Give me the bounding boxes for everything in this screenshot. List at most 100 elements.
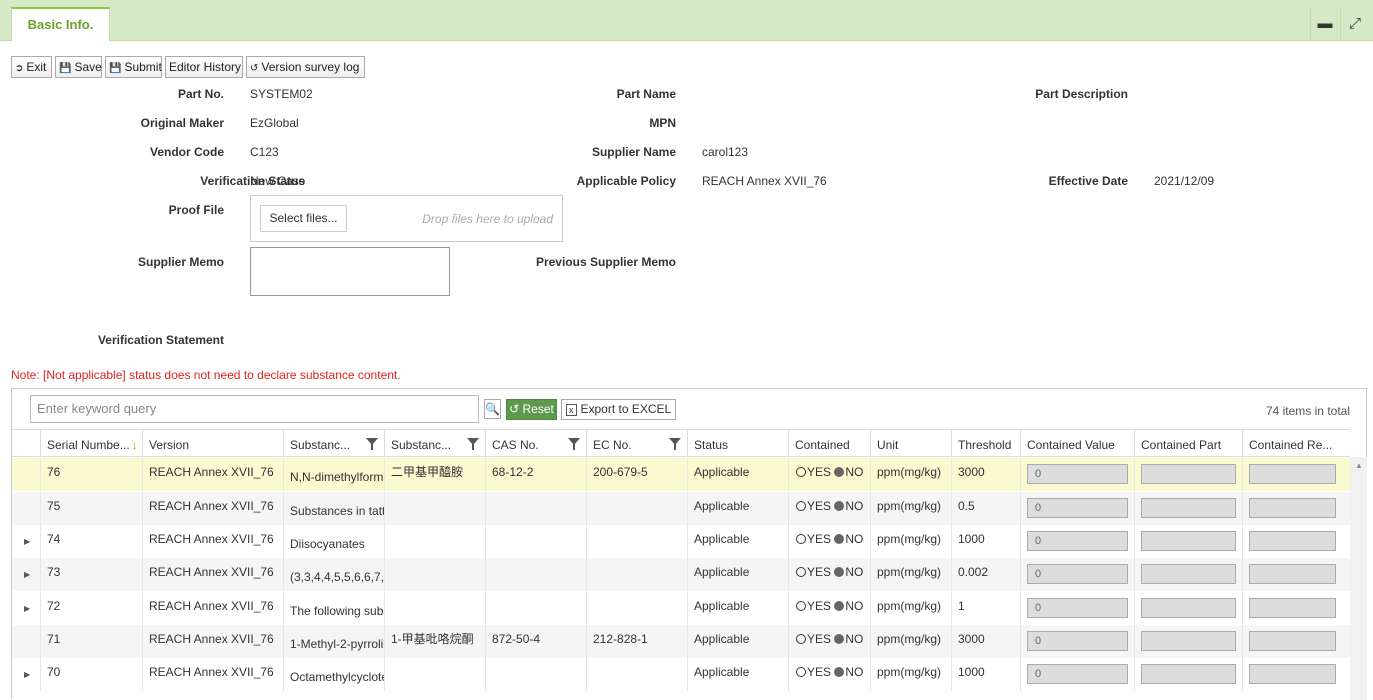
filter-icon[interactable]: [467, 438, 479, 450]
contained-value-cell: 0: [1020, 658, 1134, 691]
filter-icon[interactable]: [669, 438, 681, 450]
contained-radio-group[interactable]: YES NO: [788, 525, 870, 558]
no-radio[interactable]: [834, 534, 845, 544]
version-survey-log-button[interactable]: ↺ Version survey log: [246, 56, 365, 78]
minimize-icon[interactable]: ▬: [1310, 7, 1339, 41]
contained-part-input[interactable]: [1141, 631, 1236, 651]
contained-value-input[interactable]: 0: [1027, 564, 1128, 584]
contained-part-input[interactable]: [1141, 531, 1236, 551]
expand-row-icon[interactable]: ▶: [24, 670, 30, 679]
contained-re-input[interactable]: [1249, 498, 1336, 518]
contained-value-input[interactable]: 0: [1027, 464, 1128, 484]
table-row[interactable]: 76 REACH Annex XVII_76 N,N-dimethylforma…: [12, 458, 1350, 491]
sort-down-icon[interactable]: ↓: [132, 438, 138, 452]
yes-radio[interactable]: [796, 601, 806, 611]
contained-radio-group[interactable]: YES NO: [788, 592, 870, 625]
contained-value-input[interactable]: 0: [1027, 664, 1128, 684]
contained-re-input[interactable]: [1249, 664, 1336, 684]
contained-re-input[interactable]: [1249, 531, 1336, 551]
reset-icon: ↺: [509, 402, 520, 416]
file-upload[interactable]: Select files... Drop files here to uploa…: [250, 195, 563, 242]
submit-button[interactable]: 💾 Submit: [105, 56, 162, 78]
supplier-memo-textarea[interactable]: [250, 247, 450, 296]
title-bar: Basic Info. ▬ ⤢: [0, 0, 1373, 42]
save-icon: 💾: [59, 63, 72, 74]
tab-basic-info[interactable]: Basic Info.: [11, 7, 110, 42]
contained-re-input[interactable]: [1249, 631, 1336, 651]
contained-re-input[interactable]: [1249, 464, 1336, 484]
col-contained-part[interactable]: Contained Part: [1134, 430, 1242, 457]
substance-cell: Diisocyanates: [283, 525, 384, 558]
col-cas-no[interactable]: CAS No.: [485, 430, 586, 457]
filter-icon[interactable]: [568, 438, 580, 450]
yes-radio[interactable]: [796, 567, 806, 577]
contained-re-input[interactable]: [1249, 598, 1336, 618]
contained-radio-group[interactable]: YES NO: [788, 558, 870, 591]
table-row[interactable]: ▶ 74 REACH Annex XVII_76 Diisocyanates A…: [12, 525, 1350, 558]
search-icon[interactable]: 🔍: [484, 399, 501, 419]
threshold-cell: 1000: [951, 525, 1020, 558]
col-threshold[interactable]: Threshold: [951, 430, 1020, 457]
reset-button[interactable]: ↺ Reset: [506, 399, 557, 420]
contained-part-input[interactable]: [1141, 464, 1236, 484]
contained-value-input[interactable]: 0: [1027, 531, 1128, 551]
exit-button[interactable]: ➲ Exit: [11, 56, 52, 78]
vertical-scrollbar[interactable]: ▲: [1350, 457, 1367, 700]
table-row[interactable]: ▶ 72 REACH Annex XVII_76 The following s…: [12, 592, 1350, 625]
contained-part-input[interactable]: [1141, 664, 1236, 684]
col-status[interactable]: Status: [687, 430, 788, 457]
col-substance-2[interactable]: Substanc...: [384, 430, 485, 457]
yes-radio[interactable]: [796, 534, 806, 544]
yes-radio[interactable]: [796, 501, 806, 511]
no-radio[interactable]: [834, 501, 845, 511]
contained-radio-group[interactable]: YES NO: [788, 625, 870, 658]
no-radio[interactable]: [834, 567, 845, 577]
yes-radio[interactable]: [796, 634, 806, 644]
contained-value-input[interactable]: 0: [1027, 631, 1128, 651]
contained-radio-group[interactable]: YES NO: [788, 458, 870, 491]
table-row[interactable]: 75 REACH Annex XVII_76 Substances in tat…: [12, 492, 1350, 525]
no-radio[interactable]: [834, 634, 845, 644]
contained-radio-group[interactable]: YES NO: [788, 492, 870, 525]
contained-part-input[interactable]: [1141, 598, 1236, 618]
col-serial-number[interactable]: Serial Numbe... ↓: [40, 430, 141, 457]
editor-history-button[interactable]: Editor History: [165, 56, 243, 78]
table-row[interactable]: ▶ 73 REACH Annex XVII_76 (3,3,4,4,5,5,6,…: [12, 558, 1350, 591]
col-ec-no[interactable]: EC No.: [586, 430, 687, 457]
yes-radio[interactable]: [796, 467, 806, 477]
export-excel-button[interactable]: x Export to EXCEL: [561, 399, 676, 420]
select-files-button[interactable]: Select files...: [260, 205, 347, 232]
supplier-name-value: carol123: [702, 145, 749, 159]
expand-row-icon[interactable]: ▶: [24, 604, 30, 613]
contained-part-input[interactable]: [1141, 564, 1236, 584]
substance-cn-cell: [384, 592, 485, 625]
contained-part-input[interactable]: [1141, 498, 1236, 518]
no-radio[interactable]: [834, 667, 845, 677]
col-version[interactable]: Version: [142, 430, 283, 457]
col-unit[interactable]: Unit: [870, 430, 951, 457]
no-radio[interactable]: [834, 601, 845, 611]
maximize-icon[interactable]: ⤢: [1340, 7, 1369, 41]
expand-row-icon[interactable]: ▶: [24, 537, 30, 546]
contained-re-input[interactable]: [1249, 564, 1336, 584]
part-name-label: Part Name: [616, 87, 676, 101]
col-contained[interactable]: Contained: [788, 430, 870, 457]
yes-radio[interactable]: [796, 667, 806, 677]
table-row[interactable]: ▶ 70 REACH Annex XVII_76 Octamethylcyclo…: [12, 658, 1350, 691]
contained-value-input[interactable]: 0: [1027, 598, 1128, 618]
search-input[interactable]: Enter keyword query: [30, 395, 479, 423]
table-row[interactable]: 71 REACH Annex XVII_76 1-Methyl-2-pyrrol…: [12, 625, 1350, 658]
cas-cell: 68-12-2: [485, 458, 586, 491]
expand-row-icon[interactable]: ▶: [24, 570, 30, 579]
no-radio[interactable]: [834, 467, 845, 477]
version-cell: REACH Annex XVII_76: [142, 658, 283, 691]
col-contained-re[interactable]: Contained Re...: [1242, 430, 1350, 457]
save-button[interactable]: 💾 Save: [55, 56, 102, 78]
contained-radio-group[interactable]: YES NO: [788, 658, 870, 691]
col-substance-1[interactable]: Substanc...: [283, 430, 384, 457]
contained-value-input[interactable]: 0: [1027, 498, 1128, 518]
filter-icon[interactable]: [366, 438, 378, 450]
ec-cell: [586, 492, 687, 525]
scroll-up-icon[interactable]: ▲: [1355, 461, 1363, 470]
col-contained-value[interactable]: Contained Value: [1020, 430, 1134, 457]
